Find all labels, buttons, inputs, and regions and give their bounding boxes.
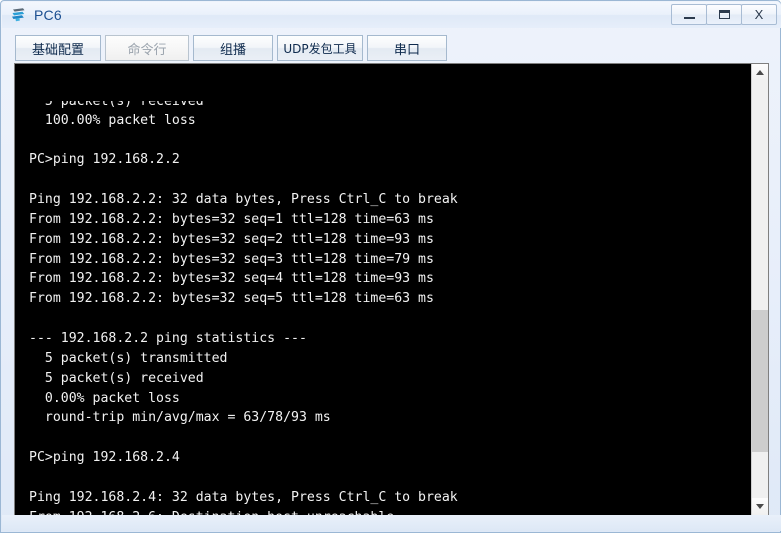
console-line: From 192.168.2.2: bytes=32 seq=2 ttl=128… [29,231,434,247]
title-bar[interactable]: PC6 X [2,2,781,28]
console-line: PC>ping 192.168.2.4 [29,450,180,466]
window-title: PC6 [34,7,62,23]
console-text: 5 packet(s) received 100.00% packet loss… [15,64,750,515]
console-line: Ping 192.168.2.2: 32 data bytes, Press C… [29,192,458,208]
minimize-icon [683,16,695,19]
scroll-down-button[interactable] [752,498,768,515]
minimize-button[interactable] [671,4,707,25]
tab-bar: 基础配置 命令行 组播 UDP发包工具 串口 [15,35,451,63]
pc6-window: PC6 X 基础配置 命令行 组播 UDP发包工具 串口 5 packet(s)… [0,0,781,533]
pc-device-icon [10,6,28,24]
close-icon: X [754,7,764,22]
console-output-panel[interactable]: 5 packet(s) received 100.00% packet loss… [14,63,769,516]
chevron-down-icon [756,504,764,509]
console-line: 5 packet(s) received [29,370,204,386]
console-line: From 192.168.2.2: bytes=32 seq=1 ttl=128… [29,211,434,227]
tab-serial-port[interactable]: 串口 [367,35,447,61]
console-line: From 192.168.2.2: bytes=32 seq=5 ttl=128… [29,291,434,307]
tab-udp-packet-tool[interactable]: UDP发包工具 [277,35,363,61]
console-line: round-trip min/avg/max = 63/78/93 ms [29,410,331,426]
tab-command-line[interactable]: 命令行 [105,35,189,61]
tab-basic-config[interactable]: 基础配置 [15,35,101,61]
console-line: 100.00% packet loss [29,112,196,128]
scrollbar-thumb[interactable] [752,310,768,452]
chevron-up-icon [756,70,764,75]
console-line: Ping 192.168.2.4: 32 data bytes, Press C… [29,489,458,505]
console-scrollbar[interactable] [751,64,768,515]
close-button[interactable]: X [741,4,777,25]
status-bar [2,515,781,531]
maximize-button[interactable] [706,4,742,25]
tab-multicast[interactable]: 组播 [193,35,273,61]
console-line: 0.00% packet loss [29,390,180,406]
console-line-partial-top: 5 packet(s) received [29,100,204,109]
window-controls: X [671,4,777,25]
scroll-up-button[interactable] [752,64,768,81]
console-line: From 192.168.2.2: bytes=32 seq=4 ttl=128… [29,271,434,287]
maximize-icon [718,10,730,19]
console-line: PC>ping 192.168.2.2 [29,152,180,168]
console-line: From 192.168.2.2: bytes=32 seq=3 ttl=128… [29,251,434,267]
console-line: 5 packet(s) transmitted [29,350,228,366]
console-line: --- 192.168.2.2 ping statistics --- [29,330,307,346]
